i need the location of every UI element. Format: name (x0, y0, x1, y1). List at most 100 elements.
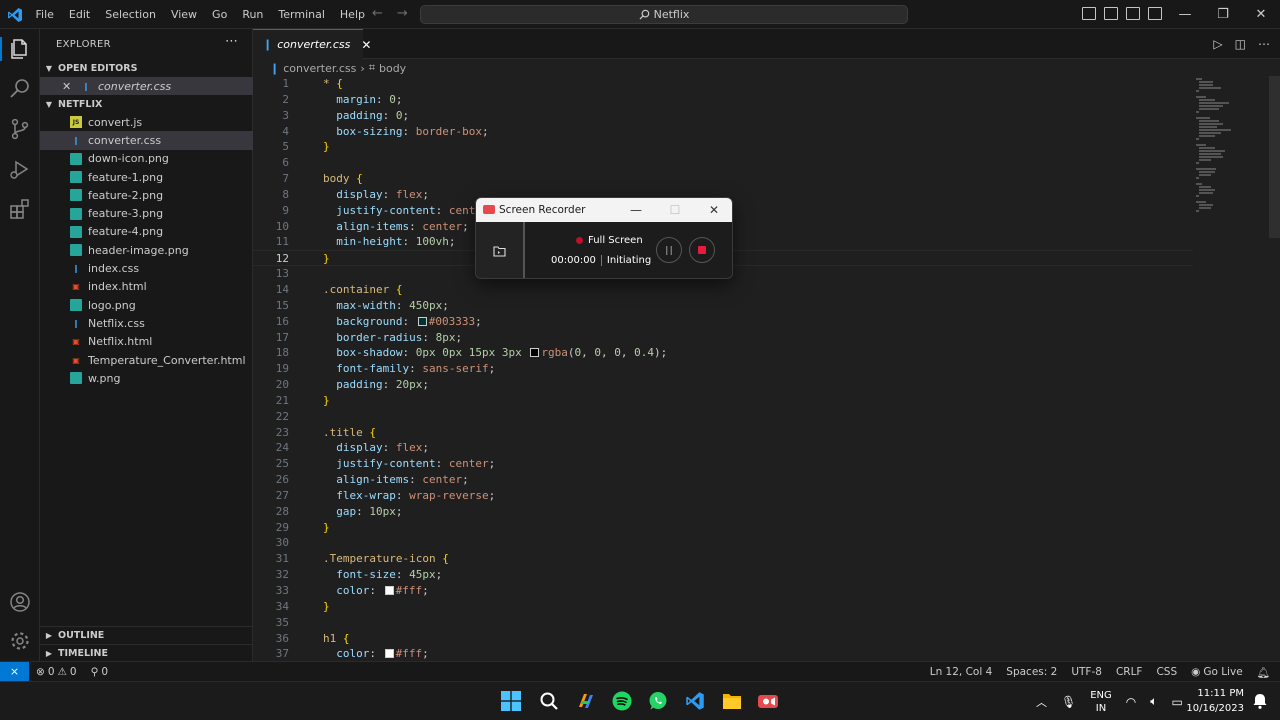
extensions-icon[interactable] (8, 197, 32, 221)
more-actions-icon[interactable]: ⋯ (1258, 37, 1270, 51)
source-control-icon[interactable] (8, 117, 32, 141)
language-mode[interactable]: CSS (1156, 666, 1177, 678)
forward-arrow-icon[interactable]: → (397, 6, 408, 21)
menu-terminal[interactable]: Terminal (271, 8, 333, 21)
notification-bell-icon[interactable] (1248, 689, 1272, 713)
toggle-panel-icon[interactable] (1104, 7, 1118, 20)
stop-button[interactable] (689, 237, 715, 263)
file-item[interactable]: ❙ index.css (40, 259, 253, 277)
recording-mode[interactable]: Full Screen (576, 235, 643, 246)
vertical-scrollbar[interactable] (1269, 76, 1280, 238)
file-item[interactable]: header-image.png (40, 241, 253, 259)
windows-start-icon[interactable] (499, 689, 523, 713)
open-editors-section[interactable]: ▼ OPEN EDITORS (40, 59, 253, 77)
file-item[interactable]: ▣ Temperature_Converter.html (40, 351, 253, 369)
battery-icon[interactable]: ▭ (1171, 695, 1182, 709)
volume-icon[interactable]: 🔈︎ (1150, 694, 1157, 709)
outline-section[interactable]: ▶ OUTLINE (40, 626, 253, 644)
breadcrumb-file[interactable]: converter.css (283, 62, 356, 75)
close-icon[interactable]: ✕ (1242, 0, 1280, 29)
chevron-up-icon[interactable]: ︿ (1036, 694, 1047, 710)
close-icon[interactable]: ✕ (704, 198, 724, 222)
restore-icon[interactable]: ❐ (1204, 0, 1242, 29)
ports-status[interactable]: ⚲ 0 (91, 666, 108, 678)
color-swatch[interactable] (384, 586, 394, 595)
menu-selection[interactable]: Selection (98, 8, 164, 21)
close-tab-icon[interactable]: ✕ (361, 38, 371, 52)
screen-recorder-taskbar-icon[interactable] (756, 689, 780, 713)
color-swatch[interactable] (417, 316, 427, 326)
pause-button[interactable] (656, 237, 682, 263)
file-explorer-icon[interactable] (720, 689, 744, 713)
color-swatch[interactable] (384, 649, 394, 659)
end-of-line[interactable]: CRLF (1116, 666, 1143, 678)
run-debug-icon[interactable] (8, 157, 32, 181)
back-arrow-icon[interactable]: ← (372, 6, 383, 21)
bell-icon[interactable]: 🔔︎ (1257, 666, 1270, 679)
file-item[interactable]: JS convert.js (40, 113, 253, 131)
code-line: box-shadow: 0px 0px 15px 3px rgba(0, 0, … (336, 346, 668, 360)
remote-indicator-icon[interactable]: ⨯ (0, 662, 29, 682)
minimize-icon[interactable]: — (1166, 0, 1204, 29)
gear-icon[interactable] (8, 629, 32, 653)
file-item[interactable]: feature-2.png (40, 186, 253, 204)
tab-converter-css[interactable]: ❙ converter.css ✕ (253, 29, 371, 59)
encoding[interactable]: UTF-8 (1071, 666, 1102, 678)
file-item[interactable]: ❙ converter.css (40, 131, 253, 150)
go-live-button[interactable]: ◉ Go Live (1191, 666, 1243, 678)
run-icon[interactable]: ▷ (1213, 37, 1222, 51)
taskbar-clock[interactable]: 11:11 PM 10/16/2023 (1186, 686, 1244, 716)
taskbar-search-icon[interactable] (537, 689, 561, 713)
line-number: 20 (275, 378, 289, 392)
menu-go[interactable]: Go (205, 8, 235, 21)
search-icon[interactable] (8, 77, 32, 101)
split-editor-icon[interactable]: ◫ (1235, 37, 1246, 51)
cursor-position[interactable]: Ln 12, Col 4 (930, 666, 993, 678)
problems-status[interactable]: ⊗ 0 ⚠ 0 (36, 666, 77, 678)
file-item[interactable]: feature-1.png (40, 168, 253, 186)
copilot-icon[interactable] (574, 689, 598, 713)
color-swatch[interactable] (530, 348, 540, 358)
clock-time: 11:11 PM (1197, 688, 1244, 699)
breadcrumb-symbol[interactable]: body (379, 62, 406, 75)
toggle-secondary-sidebar-icon[interactable] (1126, 7, 1140, 20)
file-item[interactable]: down-icon.png (40, 150, 253, 168)
line-number: 24 (275, 441, 289, 455)
whatsapp-icon[interactable] (646, 689, 670, 713)
menu-edit[interactable]: Edit (61, 8, 97, 21)
code-line: color: #fff; (336, 647, 429, 661)
timeline-section[interactable]: ▶ TIMELINE (40, 644, 253, 662)
code-editor[interactable]: 1 * { 2 margin: 0; 3 padding: 0; 4 box-si… (253, 76, 1193, 661)
file-item[interactable]: feature-4.png (40, 223, 253, 241)
file-item[interactable]: ▣ index.html (40, 278, 253, 296)
explorer-icon[interactable] (8, 37, 32, 61)
customize-layout-icon[interactable] (1148, 7, 1162, 20)
menu-view[interactable]: View (163, 8, 204, 21)
file-item[interactable]: logo.png (40, 296, 253, 314)
menu-help[interactable]: Help (332, 8, 372, 21)
close-editor-icon[interactable]: ✕ (62, 80, 72, 93)
wifi-icon[interactable]: ◠ (1126, 695, 1136, 709)
file-item[interactable]: w.png (40, 369, 253, 387)
more-actions-icon[interactable]: ⋯ (225, 34, 238, 49)
toggle-sidebar-icon[interactable] (1082, 7, 1096, 20)
file-item[interactable]: feature-3.png (40, 205, 253, 223)
project-section[interactable]: ▼ NETFLIX (40, 95, 253, 113)
account-icon[interactable] (8, 590, 32, 614)
ports-count: 0 (101, 666, 108, 678)
minimap[interactable] (1193, 76, 1267, 216)
file-item[interactable]: ▣ Netflix.html (40, 333, 253, 351)
language-indicator[interactable]: ENG IN (1090, 689, 1112, 715)
menu-run[interactable]: Run (235, 8, 271, 21)
spotify-icon[interactable] (610, 689, 634, 713)
open-folder-button[interactable] (476, 222, 525, 278)
file-item[interactable]: ❙ Netflix.css (40, 314, 253, 332)
vscode-taskbar-icon[interactable] (683, 689, 707, 713)
indentation[interactable]: Spaces: 2 (1006, 666, 1057, 678)
open-editor-item[interactable]: ✕ ❙ converter.css (40, 77, 253, 96)
pause-icon (666, 245, 672, 255)
minimize-icon[interactable]: — (626, 198, 646, 222)
menu-file[interactable]: File (28, 8, 61, 21)
microphone-icon[interactable]: 🎙︎ (1061, 695, 1076, 709)
command-center-search[interactable]: Netflix (420, 5, 908, 24)
